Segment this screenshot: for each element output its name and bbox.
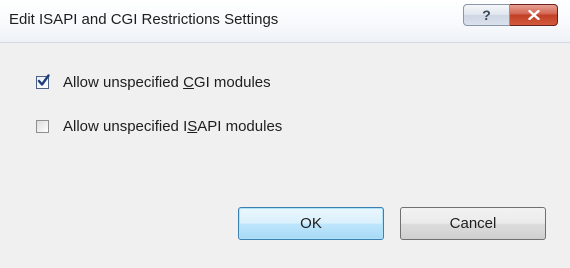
allow-unspecified-cgi-label: Allow unspecified CGI modules — [63, 74, 271, 91]
title-bar-buttons: ? — [463, 4, 558, 26]
edit-isapi-cgi-restrictions-dialog: Edit ISAPI and CGI Restrictions Settings… — [0, 0, 570, 268]
allow-unspecified-isapi-checkbox[interactable] — [36, 120, 49, 133]
allow-unspecified-cgi-checkbox[interactable] — [36, 74, 50, 89]
checkmark-icon — [37, 74, 50, 86]
dialog-title: Edit ISAPI and CGI Restrictions Settings — [9, 11, 279, 28]
dialog-content: Allow unspecified CGI modules Allow unsp… — [0, 43, 570, 268]
close-button[interactable] — [510, 4, 558, 26]
ok-button[interactable]: OK — [238, 207, 384, 240]
close-x-icon — [527, 10, 540, 20]
help-icon: ? — [482, 7, 491, 23]
cancel-button[interactable]: Cancel — [400, 207, 546, 240]
title-bar[interactable]: Edit ISAPI and CGI Restrictions Settings… — [0, 0, 570, 43]
allow-unspecified-isapi-label: Allow unspecified ISAPI modules — [63, 118, 283, 135]
allow-unspecified-cgi-option[interactable]: Allow unspecified CGI modules — [36, 74, 271, 91]
allow-unspecified-isapi-option[interactable]: Allow unspecified ISAPI modules — [36, 118, 282, 135]
help-button[interactable]: ? — [463, 4, 510, 26]
